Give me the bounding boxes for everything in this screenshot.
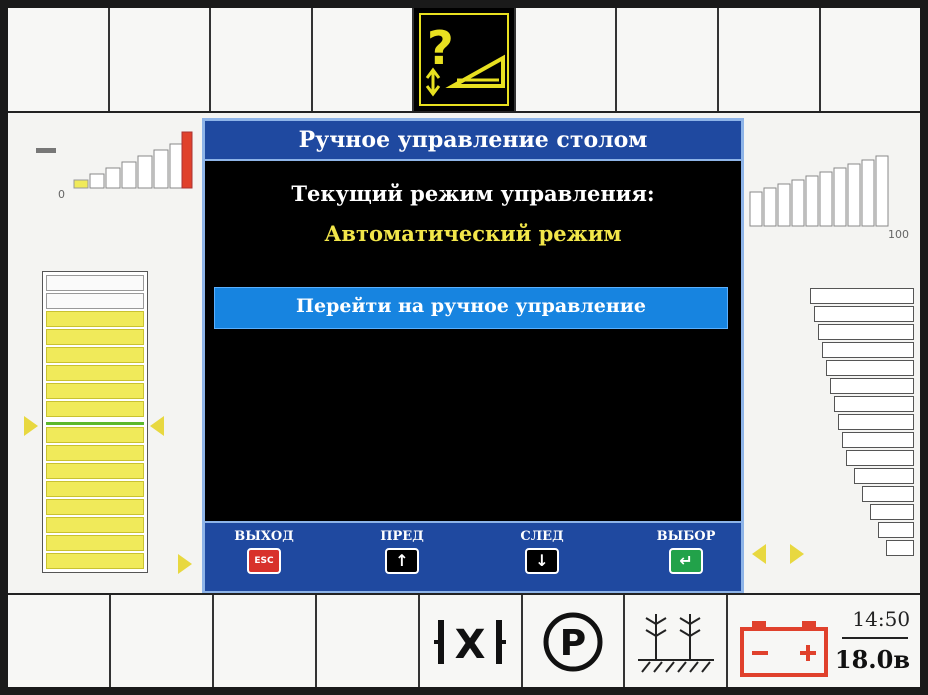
prev-label: ПРЕД: [380, 529, 424, 544]
dialog-title: Ручное управление столом: [205, 121, 741, 161]
manual-control-dialog: Ручное управление столом Текущий режим у…: [202, 118, 744, 594]
select-button[interactable]: ВЫБОР ↵: [649, 529, 723, 574]
crop-field-icon: [637, 614, 714, 673]
left-bottom-marker: [178, 554, 192, 574]
top-softkey-help-table[interactable]: ?: [414, 8, 516, 111]
right-marker-left: [752, 544, 766, 564]
parking-icon: P: [543, 612, 603, 672]
arrow-up-icon: ↑: [385, 548, 419, 574]
bottom-softkey-parking[interactable]: P: [522, 595, 626, 687]
top-softkey-7[interactable]: [617, 8, 719, 111]
bottom-softkey-crop[interactable]: [625, 595, 729, 687]
right-scale-max: 100: [888, 228, 909, 241]
bottom-softkey-row: X P 14:50 18.0в: [8, 593, 920, 687]
current-mode-label: Текущий режим управления:: [291, 181, 655, 206]
select-label: ВЫБОР: [656, 529, 716, 544]
float-lock-icon: X: [434, 620, 507, 668]
exit-label: ВЫХОД: [234, 529, 294, 544]
arrow-down-icon: ↓: [525, 548, 559, 574]
minus-indicator: [36, 148, 56, 153]
bottom-softkey-2[interactable]: [110, 595, 214, 687]
top-softkey-8[interactable]: [718, 8, 821, 111]
bottom-softkey-1[interactable]: [8, 595, 111, 687]
dialog-footer: ВЫХОД ESC ПРЕД ↑ СЛЕД ↓ ВЫБОР ↵: [205, 521, 741, 591]
enter-icon: ↵: [669, 548, 703, 574]
bottom-softkey-float-lock[interactable]: X: [419, 595, 523, 687]
right-marker-right: [790, 544, 804, 564]
svg-text:P: P: [560, 623, 586, 664]
bottom-softkey-3[interactable]: [213, 595, 317, 687]
level-bars-left: [73, 131, 193, 189]
help-table-icon: ?: [425, 21, 506, 96]
height-gauge-right: [808, 288, 918, 563]
top-softkey-4[interactable]: [312, 8, 415, 111]
next-label: СЛЕД: [520, 529, 564, 544]
left-scale-min: 0: [58, 188, 65, 201]
level-bars-right: [749, 155, 889, 227]
battery-voltage: 18.0в: [834, 645, 911, 674]
svg-text:X: X: [455, 622, 486, 668]
terminal-screen: ? 0 100 Ручное управление столом Текущий…: [8, 8, 920, 687]
esc-key-icon: ESC: [247, 548, 281, 574]
top-softkey-row: ?: [8, 8, 920, 113]
prev-button[interactable]: ПРЕД ↑: [365, 529, 439, 574]
top-softkey-2[interactable]: [109, 8, 212, 111]
top-softkey-1[interactable]: [8, 8, 110, 111]
status-panel: 14:50 18.0в: [728, 595, 920, 687]
exit-button[interactable]: ВЫХОД ESC: [227, 529, 301, 574]
clock-time: 14:50: [852, 607, 911, 631]
left-target-marker: [24, 416, 38, 436]
height-gauge-left: [42, 271, 148, 573]
next-button[interactable]: СЛЕД ↓: [505, 529, 579, 574]
divider: [842, 637, 909, 639]
bottom-softkey-4[interactable]: [316, 595, 420, 687]
battery-icon: [740, 621, 829, 677]
target-line: [46, 422, 144, 425]
svg-text:?: ?: [427, 21, 454, 75]
switch-to-manual-option[interactable]: Перейти на ручное управление: [214, 287, 728, 329]
top-softkey-9[interactable]: [820, 8, 920, 111]
top-softkey-6[interactable]: [515, 8, 618, 111]
current-mode-value: Автоматический режим: [324, 221, 622, 246]
top-softkey-3[interactable]: [211, 8, 313, 111]
left-target-marker-right: [150, 416, 164, 436]
